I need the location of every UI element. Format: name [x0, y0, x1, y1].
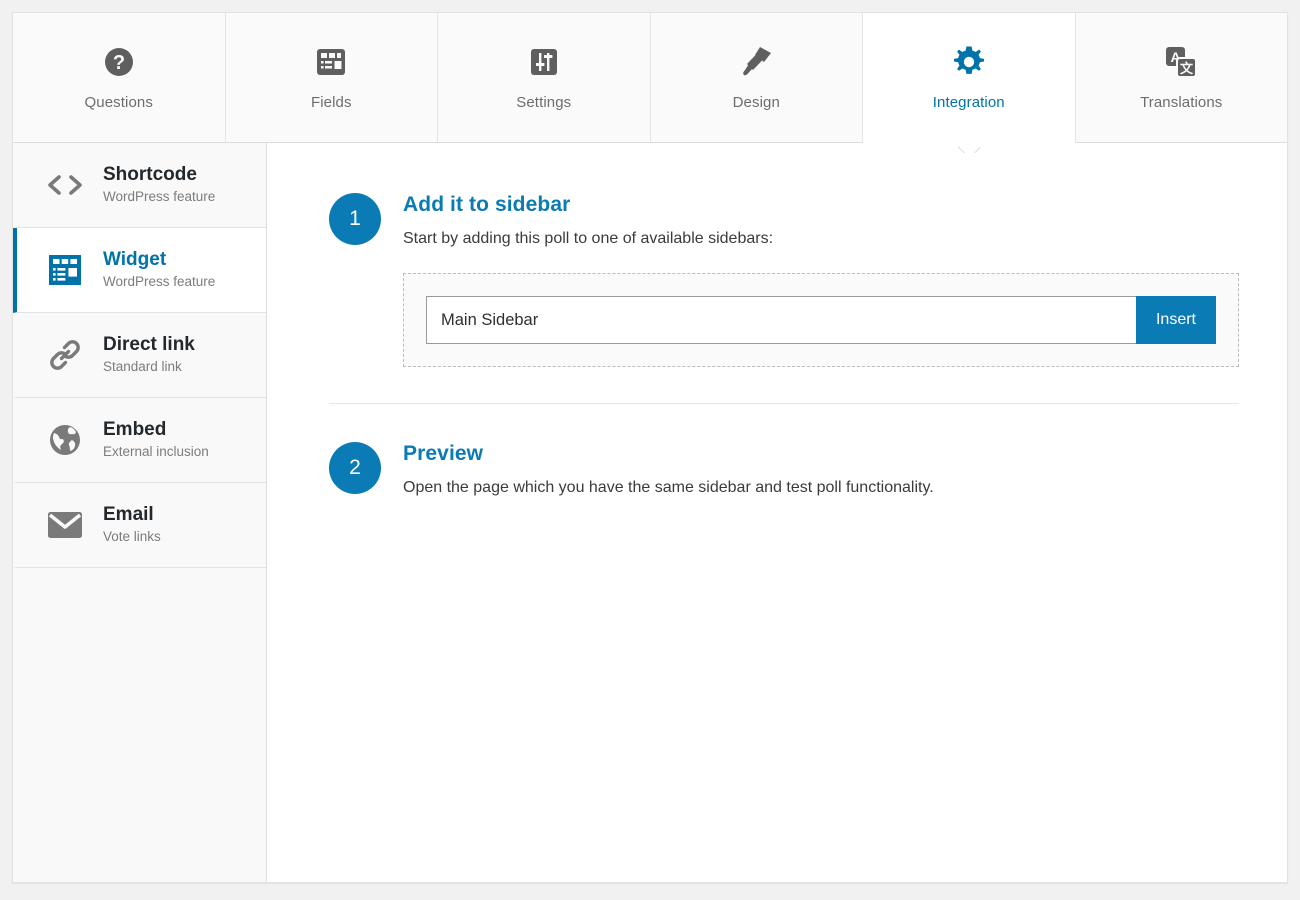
- sidebar-item-widget[interactable]: Widget WordPress feature: [13, 228, 266, 313]
- tab-fields[interactable]: Fields: [225, 13, 438, 142]
- sidebar-item-email[interactable]: Email Vote links: [13, 483, 266, 568]
- sidebar-item-shortcode[interactable]: Shortcode WordPress feature: [13, 143, 266, 228]
- step-title: Preview: [403, 442, 484, 465]
- step-preview: 2 Preview Open the page which you have t…: [329, 440, 1239, 500]
- sidebar-item-text: Widget WordPress feature: [103, 249, 215, 290]
- tab-questions[interactable]: ? Questions: [13, 13, 226, 142]
- sidebar-item-title: Widget: [103, 249, 167, 271]
- top-tab-bar: ? Questions Fields Settings Design Integ…: [13, 13, 1287, 143]
- sidebar-item-subtitle: Standard link: [103, 359, 182, 375]
- tab-integration[interactable]: Integration: [863, 13, 1076, 143]
- tab-settings[interactable]: Settings: [438, 13, 651, 142]
- sidebar-insert-box: Main Sidebar Insert: [403, 273, 1239, 367]
- sidebar-select[interactable]: Main Sidebar: [426, 296, 1136, 344]
- active-tab-notch-icon: [958, 142, 980, 153]
- integration-main-content: 1 Add it to sidebar Start by adding this…: [267, 143, 1287, 882]
- question-mark-circle-icon: ?: [101, 44, 137, 80]
- step-body: Preview Open the page which you have the…: [403, 440, 1239, 500]
- step-description: Open the page which you have the same si…: [403, 479, 934, 496]
- tab-label: Design: [732, 94, 780, 111]
- sidebar-item-title: Direct link: [103, 334, 195, 356]
- integration-panel: ? Questions Fields Settings Design Integ…: [12, 12, 1288, 883]
- integration-method-sidebar: Shortcode WordPress feature Widget WordP…: [13, 143, 267, 882]
- sidebar-item-text: Shortcode WordPress feature: [103, 164, 215, 205]
- sidebar-item-subtitle: WordPress feature: [103, 274, 216, 290]
- sidebar-item-title: Shortcode: [103, 164, 197, 186]
- sidebar-item-text: Direct link Standard link: [103, 334, 195, 375]
- step-add-to-sidebar: 1 Add it to sidebar Start by adding this…: [329, 191, 1239, 367]
- panel-body: Shortcode WordPress feature Widget WordP…: [13, 143, 1287, 882]
- tab-label: Translations: [1140, 94, 1223, 111]
- step-title: Add it to sidebar: [403, 193, 571, 216]
- sidebar-item-embed[interactable]: Embed External inclusion: [13, 398, 266, 483]
- tab-label: Integration: [932, 94, 1005, 111]
- svg-text:?: ?: [113, 52, 125, 74]
- envelope-icon: [45, 505, 85, 545]
- sidebar-item-subtitle: Vote links: [103, 529, 161, 545]
- sidebar-item-subtitle: WordPress feature: [103, 189, 216, 205]
- tab-label: Questions: [84, 94, 153, 111]
- tab-label: Fields: [310, 94, 352, 111]
- link-chain-icon: [45, 335, 85, 375]
- form-fields-icon: [313, 44, 349, 80]
- widget-icon: [45, 250, 85, 290]
- insert-button[interactable]: Insert: [1135, 296, 1216, 344]
- sidebar-item-title: Embed: [103, 419, 167, 441]
- step-number-badge: 2: [329, 442, 381, 494]
- sidebar-item-direct-link[interactable]: Direct link Standard link: [13, 313, 266, 398]
- sidebar-item-text: Email Vote links: [103, 504, 161, 545]
- gear-icon: [951, 44, 987, 80]
- tab-label: Settings: [516, 94, 572, 111]
- tab-translations[interactable]: A 文 Translations: [1075, 13, 1287, 142]
- tab-design[interactable]: Design: [650, 13, 863, 142]
- step-number-badge: 1: [329, 193, 381, 245]
- sliders-icon: [526, 44, 562, 80]
- svg-text:文: 文: [1180, 61, 1194, 76]
- step-description: Start by adding this poll to one of avai…: [403, 230, 774, 247]
- paint-brush-icon: [738, 44, 774, 80]
- sidebar-item-subtitle: External inclusion: [103, 444, 209, 460]
- globe-icon: [45, 420, 85, 460]
- translate-icon: A 文: [1163, 44, 1199, 80]
- sidebar-item-title: Email: [103, 504, 154, 526]
- section-divider: [329, 403, 1239, 404]
- code-brackets-icon: [45, 165, 85, 205]
- sidebar-item-text: Embed External inclusion: [103, 419, 209, 460]
- step-body: Add it to sidebar Start by adding this p…: [403, 191, 1239, 367]
